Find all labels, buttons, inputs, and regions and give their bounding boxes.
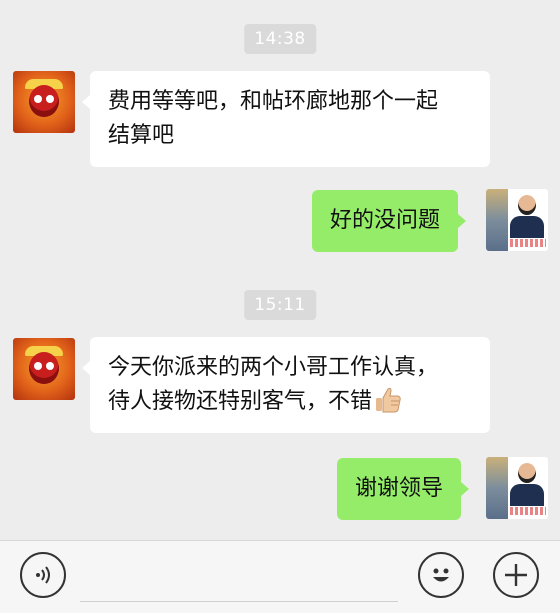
message-text-line: 今天你派来的两个小哥工作认真， xyxy=(108,355,439,380)
message-text-line: 待人接物还特别客气，不错 xyxy=(108,389,373,414)
timestamp: 14:38 xyxy=(244,24,316,54)
message-text-line: 费用等等吧，和帖环廊地那个一起 xyxy=(108,89,439,114)
monkey-avatar-image xyxy=(13,338,75,400)
voice-icon xyxy=(36,566,50,584)
contact-avatar[interactable] xyxy=(13,71,75,133)
message-input[interactable] xyxy=(80,551,398,602)
my-avatar[interactable] xyxy=(486,457,548,519)
plus-button[interactable] xyxy=(493,552,539,598)
emoji-icon xyxy=(433,568,449,582)
emoji-button[interactable] xyxy=(418,552,464,598)
plus-icon xyxy=(505,564,527,586)
received-message-bubble[interactable]: 费用等等吧，和帖环廊地那个一起 结算吧 xyxy=(82,71,490,167)
input-bar xyxy=(0,540,560,613)
message-text: 好的没问题 xyxy=(330,208,441,233)
voice-button[interactable] xyxy=(20,552,66,598)
my-avatar[interactable] xyxy=(486,189,548,251)
chat-area: 14:38 费用等等吧，和帖环廊地那个一起 结算吧 好的没问题 15:11 今天… xyxy=(0,0,560,540)
person-avatar-image xyxy=(486,189,548,251)
message-text: 谢谢领导 xyxy=(355,476,444,501)
thumbs-up-icon xyxy=(376,387,401,413)
message-text-line: 结算吧 xyxy=(108,123,175,148)
received-message-bubble[interactable]: 今天你派来的两个小哥工作认真， 待人接物还特别客气，不错 xyxy=(82,337,490,433)
sent-message-bubble[interactable]: 谢谢领导 xyxy=(337,458,470,520)
person-avatar-image xyxy=(486,457,548,519)
sent-message-bubble[interactable]: 好的没问题 xyxy=(312,190,467,252)
contact-avatar[interactable] xyxy=(13,338,75,400)
timestamp: 15:11 xyxy=(244,290,316,320)
monkey-avatar-image xyxy=(13,71,75,133)
